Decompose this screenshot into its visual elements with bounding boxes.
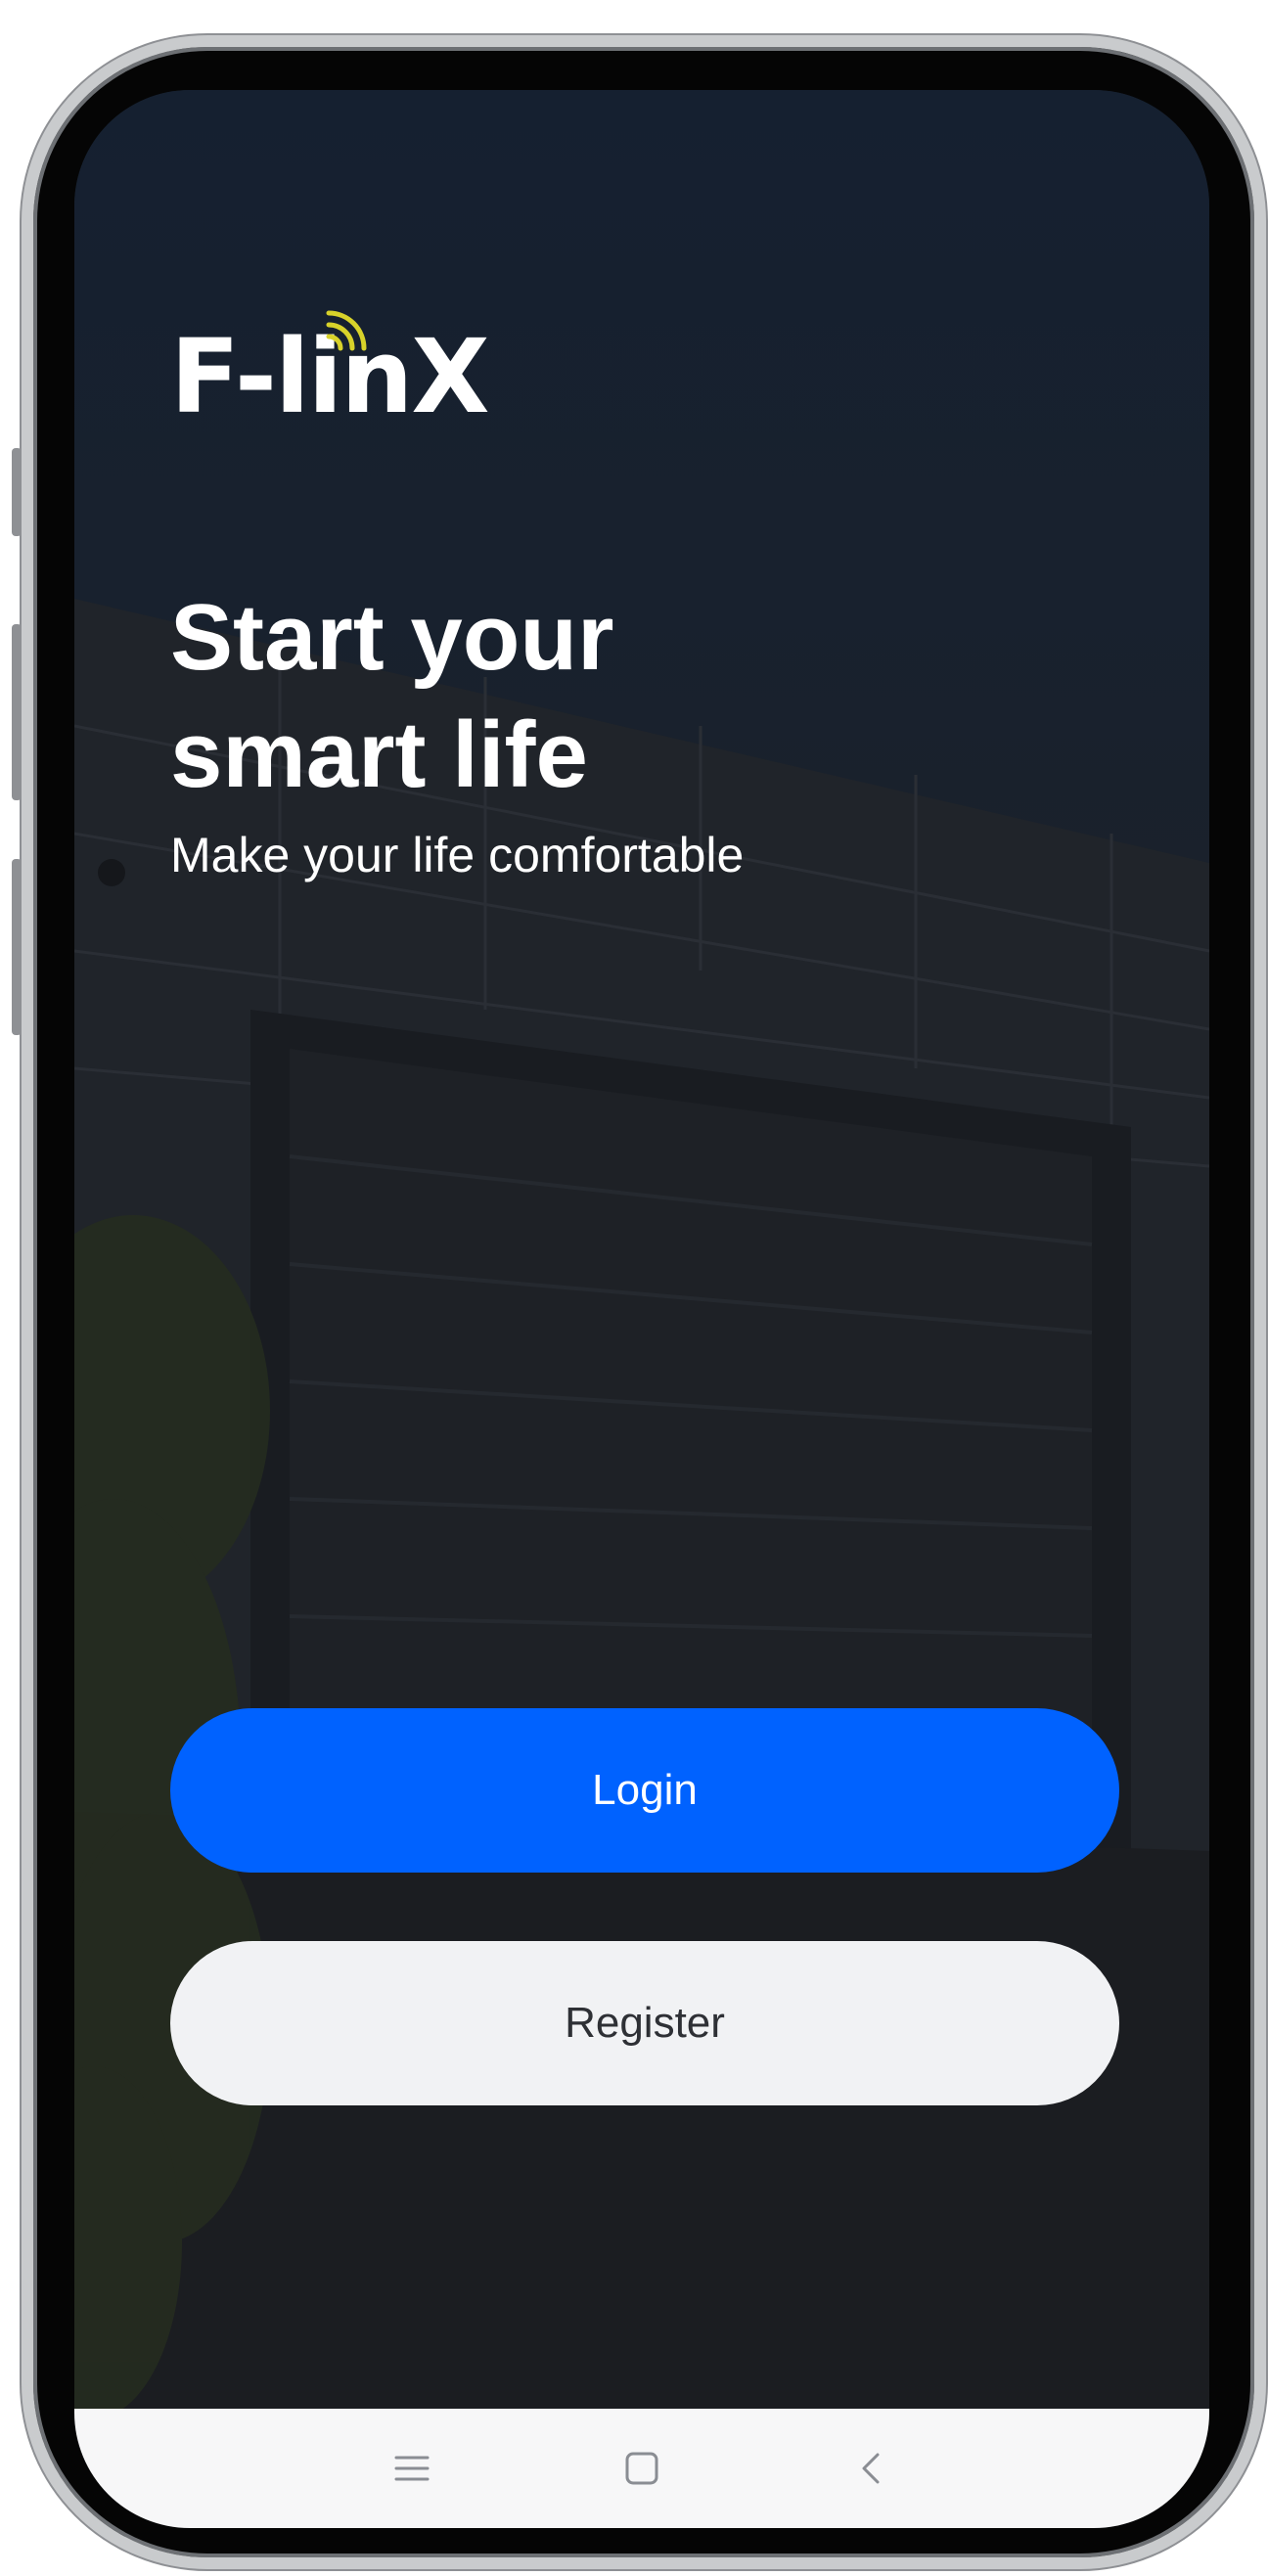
headline-line-2: smart life <box>170 702 588 807</box>
headline-line-1: Start your <box>170 585 614 690</box>
background-photo: F-linX Start your smart life Make your l… <box>74 90 1209 2409</box>
system-navigation-bar <box>74 2409 1209 2528</box>
back-chevron-icon <box>862 2453 880 2484</box>
home-square-icon <box>625 2452 658 2485</box>
wifi-signal-icon <box>326 310 367 351</box>
hero-headline: Start your smart life <box>170 579 855 814</box>
recent-apps-button[interactable] <box>368 2424 456 2512</box>
home-button[interactable] <box>598 2424 686 2512</box>
volume-down-button <box>12 859 22 1035</box>
login-button[interactable]: Login <box>170 1708 1119 1873</box>
hero-subtitle: Make your life comfortable <box>170 828 745 882</box>
register-button[interactable]: Register <box>170 1941 1119 2105</box>
menu-lines-icon <box>394 2456 430 2481</box>
side-button <box>12 448 22 536</box>
volume-up-button <box>12 624 22 800</box>
back-button[interactable] <box>828 2424 916 2512</box>
brand-logo: F-linX <box>170 303 522 430</box>
app-screen: F-linX Start your smart life Make your l… <box>74 90 1209 2528</box>
